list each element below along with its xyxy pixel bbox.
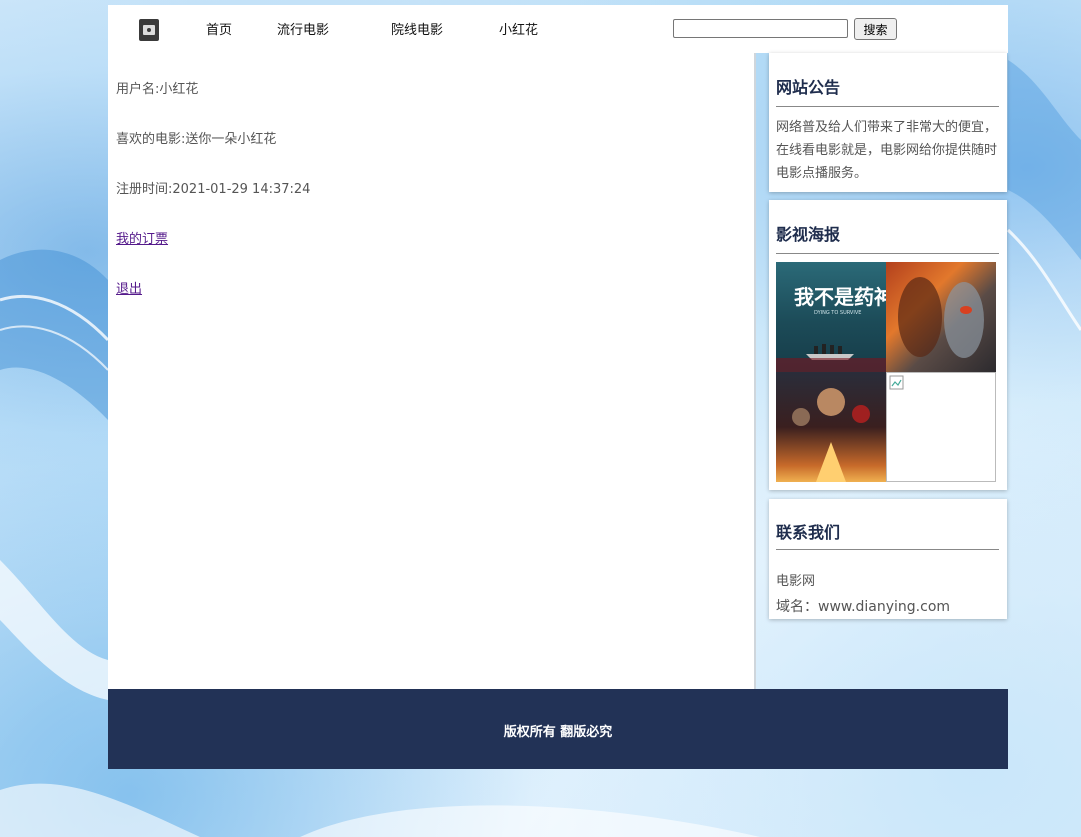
poster-dying-to-survive-art: 我不是药神 DYING TO SURVIVE: [776, 285, 886, 372]
poster-1-title: 我不是药神: [794, 285, 886, 309]
notice-card: 网站公告 网络普及给人们带来了非常大的便宜，在线看电影就是，电影网给你提供随时电…: [769, 53, 1007, 192]
nav-item-user[interactable]: 小红花: [499, 19, 538, 38]
username-text: 用户名:小红花: [116, 82, 199, 97]
notice-title: 网站公告: [776, 78, 841, 97]
poster-dying-to-survive[interactable]: 我不是药神 DYING TO SURVIVE: [776, 262, 886, 372]
contact-title: 联系我们: [776, 523, 841, 542]
logout-link[interactable]: 退出: [116, 282, 142, 297]
poster-2[interactable]: [886, 262, 996, 372]
contact-name: 电影网: [776, 574, 816, 589]
broken-image-icon: [889, 375, 904, 390]
poster-4-broken-image[interactable]: [886, 372, 996, 482]
poster-2-art: [898, 277, 984, 358]
poster-divider: [776, 253, 999, 254]
search-button[interactable]: 搜索: [854, 18, 897, 40]
registration-time-text: 注册时间:2021-01-29 14:37:24: [116, 182, 311, 197]
poster-title: 影视海报: [776, 225, 841, 244]
notice-divider: [776, 106, 999, 107]
my-tickets-link[interactable]: 我的订票: [116, 232, 168, 247]
nav-item-theater-movies[interactable]: 院线电影: [391, 19, 443, 38]
notice-body: 网络普及给人们带来了非常大的便宜，在线看电影就是，电影网给你提供随时电影点播服务…: [776, 120, 998, 181]
copyright-text: 版权所有 翻版必究: [503, 725, 613, 740]
top-navbar: 首页 流行电影 院线电影 小红花 搜索: [108, 5, 1008, 53]
poster-1-subtitle: DYING TO SURVIVE: [814, 310, 861, 316]
search-input[interactable]: [673, 19, 848, 38]
favorite-movie-text: 喜欢的电影:送你一朵小红花: [116, 132, 277, 147]
contact-divider: [776, 549, 999, 550]
footer: 版权所有 翻版必究: [108, 689, 1008, 769]
contact-card: 联系我们 电影网 域名：www.dianying.com: [769, 499, 1007, 619]
contact-domain: 域名：www.dianying.com: [776, 599, 951, 615]
poster-card: 影视海报 我不是药神 DYING TO SURVIVE: [769, 200, 1007, 490]
poster-3[interactable]: [776, 372, 886, 482]
film-logo-icon[interactable]: [139, 19, 159, 41]
nav-item-home[interactable]: 首页: [206, 19, 232, 38]
profile-panel: 用户名:小红花 喜欢的电影:送你一朵小红花 注册时间:2021-01-29 14…: [108, 53, 756, 691]
nav-item-popular-movies[interactable]: 流行电影: [277, 19, 329, 38]
poster-3-art: [792, 388, 870, 482]
